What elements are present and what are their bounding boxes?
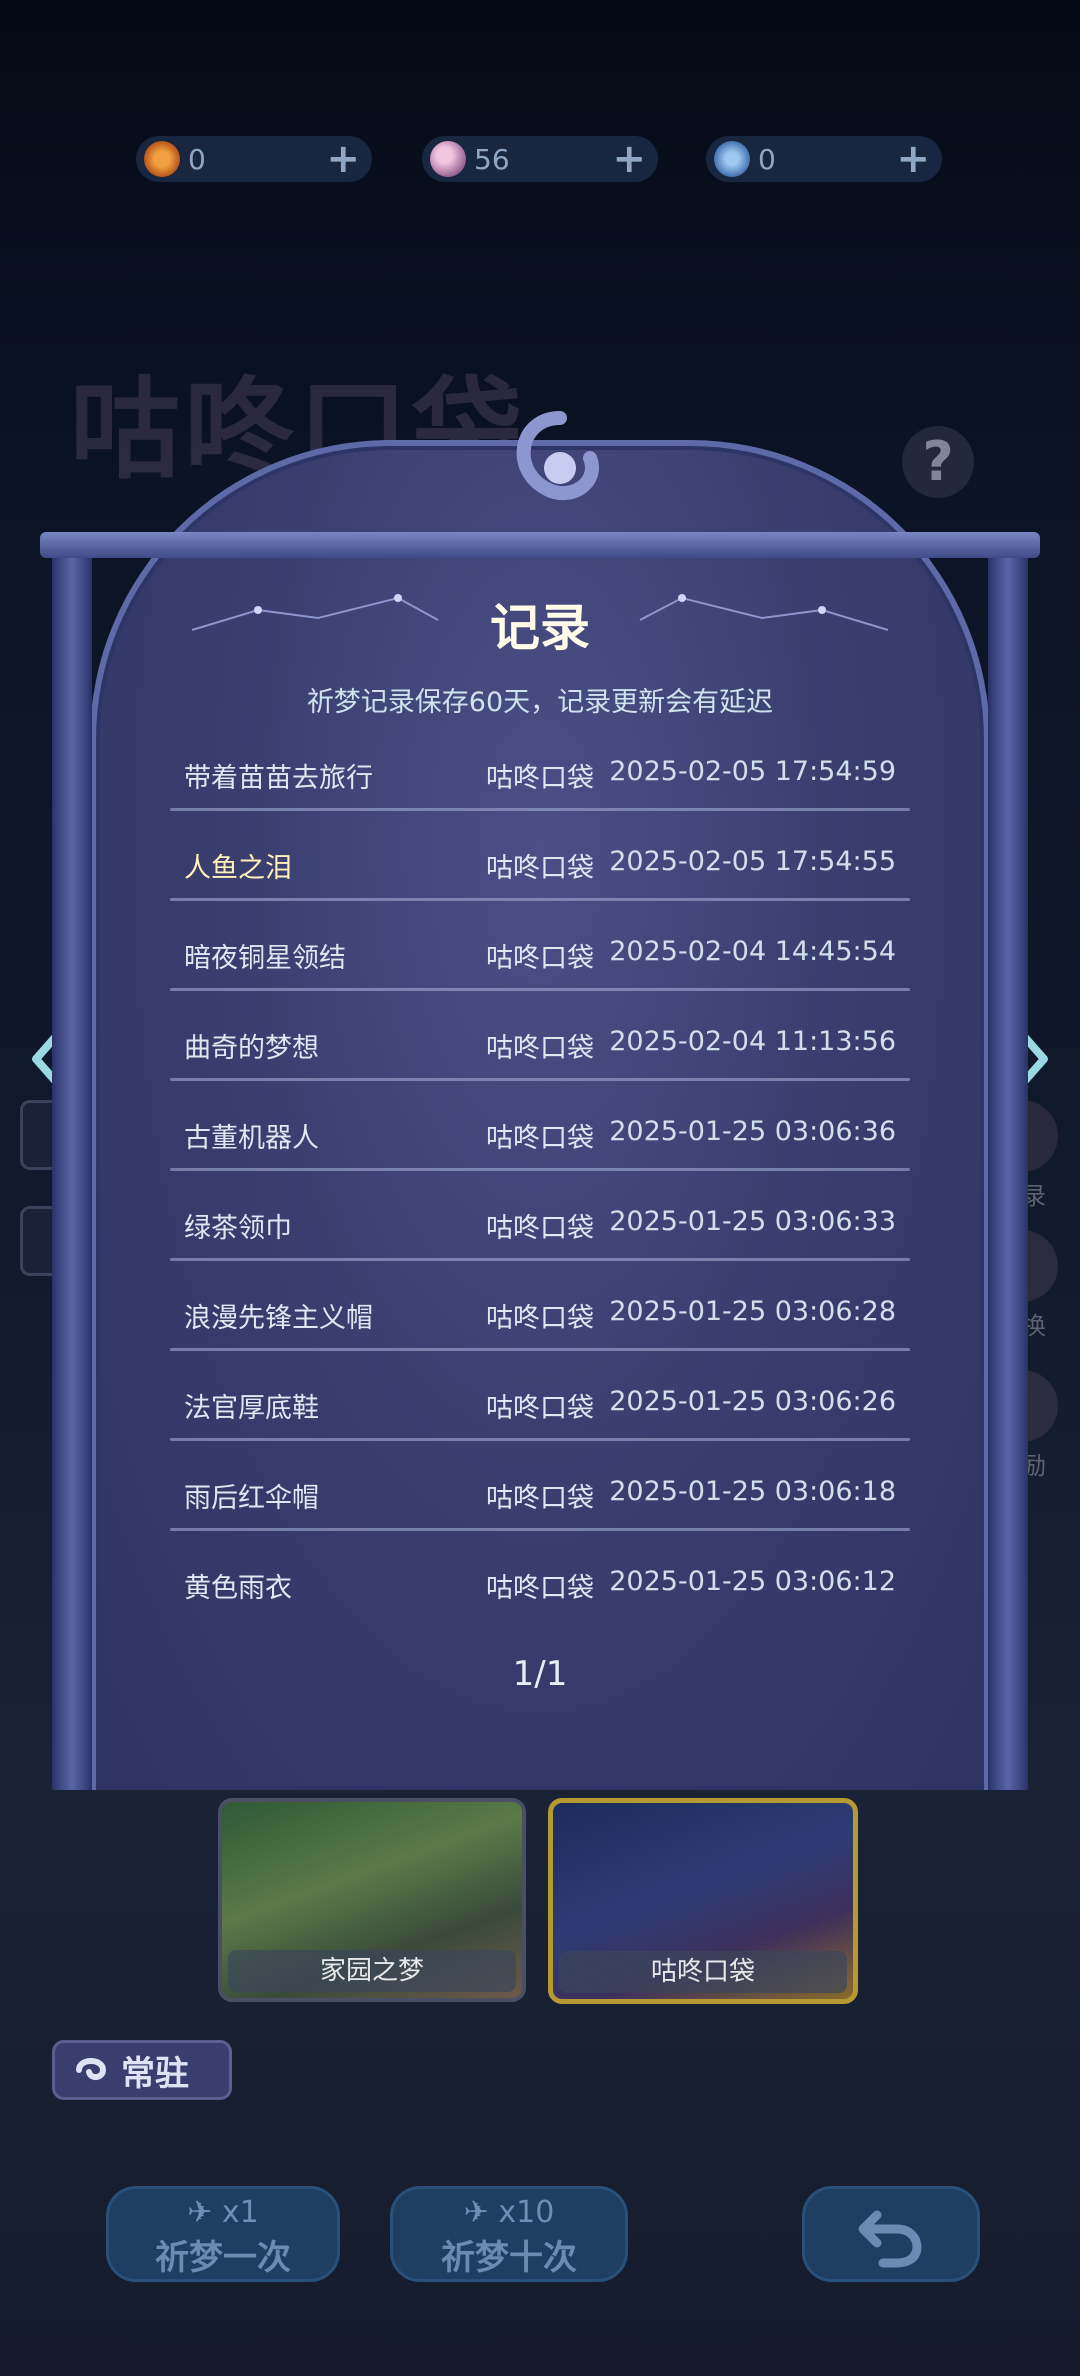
- record-item-name: 人鱼之泪: [184, 853, 292, 884]
- record-pool-name: 咕咚口袋: [486, 943, 594, 974]
- record-time: 2025-01-25 03:06:12: [609, 1566, 896, 1597]
- record-time: 2025-01-25 03:06:33: [609, 1206, 896, 1237]
- record-item-name: 法官厚底鞋: [184, 1393, 319, 1424]
- record-list: 带着苗苗去旅行 咕咚口袋 2025-02-05 17:54:59 人鱼之泪 咕咚…: [166, 726, 910, 1626]
- record-item-name: 绿茶领巾: [184, 1213, 292, 1244]
- row-divider: [170, 898, 910, 901]
- record-row: 黄色雨衣 咕咚口袋 2025-01-25 03:06:12: [166, 1536, 910, 1626]
- row-divider: [170, 1168, 910, 1171]
- resident-pool-button[interactable]: 常驻: [52, 2040, 232, 2100]
- record-notice: 祈梦记录保存60天，记录更新会有延迟: [306, 687, 774, 718]
- record-row: 绿茶领巾 咕咚口袋 2025-01-25 03:06:33: [166, 1176, 910, 1266]
- modal-title: 记录: [490, 599, 590, 657]
- record-time: 2025-02-04 11:13:56: [609, 1026, 896, 1057]
- record-pool-name: 咕咚口袋: [486, 1483, 594, 1514]
- resident-label: 常驻: [121, 2053, 189, 2094]
- currency-ticket-value: 0: [758, 142, 776, 176]
- add-ticket-button[interactable]: +: [896, 139, 930, 179]
- currency-moon-value: 56: [474, 142, 510, 176]
- row-divider: [170, 1528, 910, 1531]
- pray-ten-button[interactable]: ✈ x10 祈梦十次: [390, 2186, 628, 2282]
- record-time: 2025-01-25 03:06:36: [609, 1116, 896, 1147]
- help-button[interactable]: ?: [902, 426, 974, 498]
- row-divider: [170, 808, 910, 811]
- record-pool-name: 咕咚口袋: [486, 1033, 594, 1064]
- currency-sun-value: 0: [188, 142, 206, 176]
- record-pool-name: 咕咚口袋: [486, 1573, 594, 1604]
- pray-ten-count: x10: [498, 2195, 555, 2230]
- record-row: 人鱼之泪 咕咚口袋 2025-02-05 17:54:55: [166, 816, 910, 906]
- record-pool-name: 咕咚口袋: [486, 853, 594, 884]
- row-divider: [170, 1078, 910, 1081]
- rocket-ticket-icon: ✈: [463, 2195, 489, 2230]
- back-button[interactable]: [802, 2186, 980, 2282]
- record-row: 古董机器人 咕咚口袋 2025-01-25 03:06:36: [166, 1086, 910, 1176]
- record-row: 暗夜铜星领结 咕咚口袋 2025-02-04 14:45:54: [166, 906, 910, 996]
- moon-crest-icon: [516, 411, 599, 501]
- currency-sun: 0 +: [136, 136, 372, 182]
- row-divider: [170, 1348, 910, 1351]
- swirl-icon: [76, 2058, 107, 2080]
- moon-gem-icon: [430, 141, 466, 177]
- row-divider: [170, 1438, 910, 1441]
- pool-card-label: 咕咚口袋: [559, 1951, 847, 1993]
- row-divider: [170, 1258, 910, 1261]
- pool-card-home-dream[interactable]: 家园之梦: [218, 1798, 526, 2002]
- record-time: 2025-01-25 03:06:26: [609, 1386, 896, 1417]
- currency-moon: 56 +: [422, 136, 658, 182]
- page-indicator: 1/1: [512, 1654, 568, 1694]
- record-pool-name: 咕咚口袋: [486, 1123, 594, 1154]
- record-item-name: 暗夜铜星领结: [184, 943, 346, 974]
- frame-pillar-left: [52, 540, 92, 1790]
- record-time: 2025-01-25 03:06:18: [609, 1476, 896, 1507]
- pray-once-label: 祈梦一次: [155, 2238, 291, 2278]
- add-sun-button[interactable]: +: [326, 139, 360, 179]
- sun-coin-icon: [144, 141, 180, 177]
- pray-once-button[interactable]: ✈ x1 祈梦一次: [106, 2186, 340, 2282]
- pray-once-count: x1: [221, 2195, 259, 2230]
- record-time: 2025-02-04 14:45:54: [609, 936, 896, 967]
- record-pool-name: 咕咚口袋: [486, 1393, 594, 1424]
- currency-ticket: 0 +: [706, 136, 942, 182]
- back-arrow-icon: [858, 2210, 922, 2268]
- pool-card-gudong-pocket[interactable]: 咕咚口袋: [548, 1798, 858, 2004]
- record-row: 浪漫先锋主义帽 咕咚口袋 2025-01-25 03:06:28: [166, 1266, 910, 1356]
- record-time: 2025-01-25 03:06:28: [609, 1296, 896, 1327]
- record-row: 带着苗苗去旅行 咕咚口袋 2025-02-05 17:54:59: [166, 726, 910, 816]
- record-row: 曲奇的梦想 咕咚口袋 2025-02-04 11:13:56: [166, 996, 910, 1086]
- record-item-name: 古董机器人: [184, 1123, 319, 1154]
- record-item-name: 带着苗苗去旅行: [184, 763, 373, 794]
- frame-pillar-right: [988, 540, 1028, 1790]
- record-row: 雨后红伞帽 咕咚口袋 2025-01-25 03:06:18: [166, 1446, 910, 1536]
- record-time: 2025-02-05 17:54:59: [609, 756, 896, 787]
- pool-card-label: 家园之梦: [228, 1950, 516, 1992]
- record-pool-name: 咕咚口袋: [486, 763, 594, 794]
- record-row: 法官厚底鞋 咕咚口袋 2025-01-25 03:06:26: [166, 1356, 910, 1446]
- rocket-ticket-icon: [714, 141, 750, 177]
- pray-ten-label: 祈梦十次: [441, 2238, 577, 2278]
- row-divider: [170, 988, 910, 991]
- record-item-name: 黄色雨衣: [184, 1573, 292, 1604]
- record-pool-name: 咕咚口袋: [486, 1213, 594, 1244]
- record-item-name: 曲奇的梦想: [184, 1033, 319, 1064]
- rocket-ticket-icon: ✈: [187, 2195, 213, 2230]
- record-time: 2025-02-05 17:54:55: [609, 846, 896, 877]
- record-item-name: 雨后红伞帽: [184, 1483, 319, 1514]
- add-moon-button[interactable]: +: [612, 139, 646, 179]
- record-pool-name: 咕咚口袋: [486, 1303, 594, 1334]
- record-item-name: 浪漫先锋主义帽: [184, 1303, 373, 1334]
